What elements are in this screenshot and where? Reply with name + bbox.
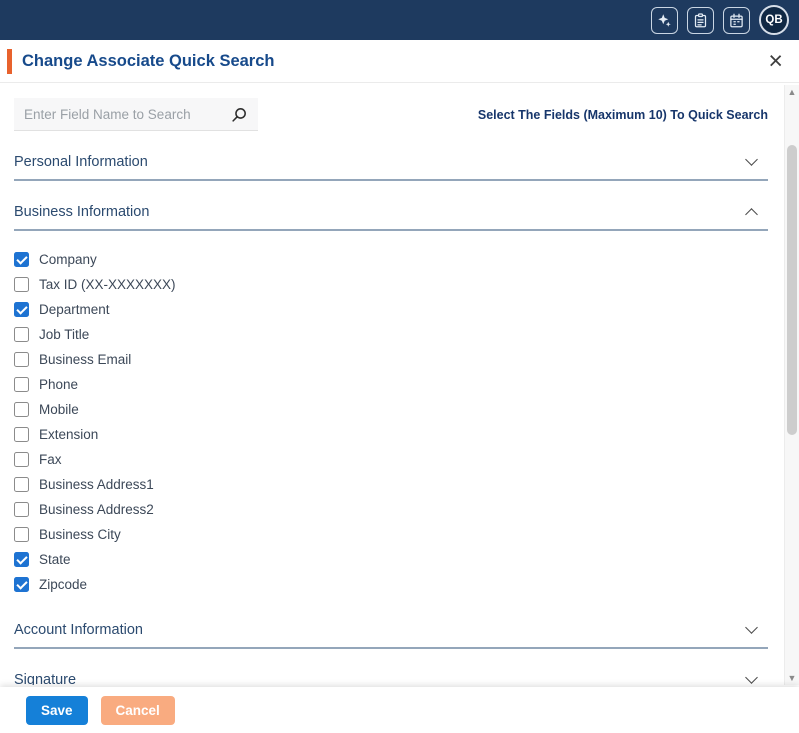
field-row-zipcode[interactable]: Zipcode — [14, 572, 768, 597]
field-label: Extension — [39, 427, 99, 442]
checkbox-unchecked[interactable] — [14, 527, 29, 542]
field-row-mobile[interactable]: Mobile — [14, 397, 768, 422]
accent-bar — [7, 48, 12, 74]
section-label: Business Information — [14, 204, 150, 220]
field-label: Business Address2 — [39, 502, 154, 517]
checkbox-unchecked[interactable] — [14, 402, 29, 417]
field-row-business-address2[interactable]: Business Address2 — [14, 497, 768, 522]
dialog-title: Change Associate Quick Search — [22, 51, 275, 70]
chevron-down-icon[interactable] — [745, 671, 758, 684]
chevron-up-icon[interactable] — [745, 208, 758, 221]
top-bar: QB — [0, 0, 799, 40]
section-header-personal-information[interactable]: Personal Information — [14, 153, 768, 181]
field-row-extension[interactable]: Extension — [14, 422, 768, 447]
field-label: Zipcode — [39, 577, 88, 592]
field-search-box[interactable] — [14, 98, 258, 131]
checkbox-unchecked[interactable] — [14, 327, 29, 342]
field-label: Company — [39, 252, 97, 267]
chevron-down-icon[interactable] — [745, 153, 758, 166]
checkbox-unchecked[interactable] — [14, 277, 29, 292]
save-button[interactable]: Save — [26, 695, 88, 725]
scroll-up-icon[interactable]: ▲ — [785, 85, 799, 99]
avatar[interactable]: QB — [759, 5, 789, 35]
checkbox-unchecked[interactable] — [14, 452, 29, 467]
chevron-down-icon[interactable] — [745, 621, 758, 634]
sections-container: Personal Information Business Information… — [14, 153, 768, 685]
scroll-down-icon[interactable]: ▼ — [785, 671, 799, 685]
field-row-business-city[interactable]: Business City — [14, 522, 768, 547]
checkbox-unchecked[interactable] — [14, 352, 29, 367]
checkbox-unchecked[interactable] — [14, 427, 29, 442]
field-row-department[interactable]: Department — [14, 297, 768, 322]
field-label: Fax — [39, 452, 62, 467]
calendar-icon[interactable] — [723, 6, 750, 34]
field-row-business-address1[interactable]: Business Address1 — [14, 472, 768, 497]
sparkle-icon[interactable] — [651, 6, 678, 34]
checkbox-unchecked[interactable] — [14, 502, 29, 517]
section-label: Signature — [14, 672, 77, 685]
checkbox-checked[interactable] — [14, 552, 29, 567]
section-header-account-information[interactable]: Account Information — [14, 621, 768, 649]
dialog-footer: Save Cancel — [0, 687, 799, 733]
field-label: Mobile — [39, 402, 79, 417]
field-row-company[interactable]: Company — [14, 247, 768, 272]
field-label: Business Email — [39, 352, 132, 367]
clipboard-icon[interactable] — [687, 6, 714, 34]
field-list: Company Tax ID (XX-XXXXXXX) Department Job … — [14, 231, 768, 599]
section-header-signature[interactable]: Signature — [14, 671, 768, 685]
section-label: Account Information — [14, 622, 143, 638]
field-label: Job Title — [39, 327, 90, 342]
field-label: Phone — [39, 377, 79, 392]
scrollbar-thumb[interactable] — [787, 145, 797, 435]
dialog-header: Change Associate Quick Search × — [0, 40, 799, 83]
field-label: Business City — [39, 527, 121, 542]
section-label: Personal Information — [14, 154, 148, 170]
content-top-row: Select The Fields (Maximum 10) To Quick … — [14, 98, 768, 131]
field-label: Business Address1 — [39, 477, 154, 492]
checkbox-unchecked[interactable] — [14, 377, 29, 392]
field-label: State — [39, 552, 71, 567]
field-row-business-email[interactable]: Business Email — [14, 347, 768, 372]
close-icon[interactable]: × — [762, 47, 789, 76]
checkbox-checked[interactable] — [14, 252, 29, 267]
field-row-job-title[interactable]: Job Title — [14, 322, 768, 347]
quick-search-dialog: QB Change Associate Quick Search × Selec… — [0, 0, 799, 733]
checkbox-checked[interactable] — [14, 577, 29, 592]
field-row-phone[interactable]: Phone — [14, 372, 768, 397]
field-row-fax[interactable]: Fax — [14, 447, 768, 472]
dialog-content: Select The Fields (Maximum 10) To Quick … — [0, 83, 784, 685]
field-row-tax-id-xx-xxxxxxx[interactable]: Tax ID (XX-XXXXXXX) — [14, 272, 768, 297]
cancel-button[interactable]: Cancel — [100, 695, 175, 725]
field-row-state[interactable]: State — [14, 547, 768, 572]
instruction-top: Select The Fields (Maximum 10) To Quick … — [477, 107, 768, 122]
checkbox-checked[interactable] — [14, 302, 29, 317]
checkbox-unchecked[interactable] — [14, 477, 29, 492]
vertical-scrollbar[interactable]: ▲ ▼ — [784, 85, 799, 685]
search-icon[interactable] — [231, 106, 248, 123]
section-header-business-information[interactable]: Business Information — [14, 204, 768, 231]
field-label: Tax ID (XX-XXXXXXX) — [39, 277, 176, 292]
search-input[interactable] — [24, 106, 231, 122]
field-label: Department — [39, 302, 110, 317]
